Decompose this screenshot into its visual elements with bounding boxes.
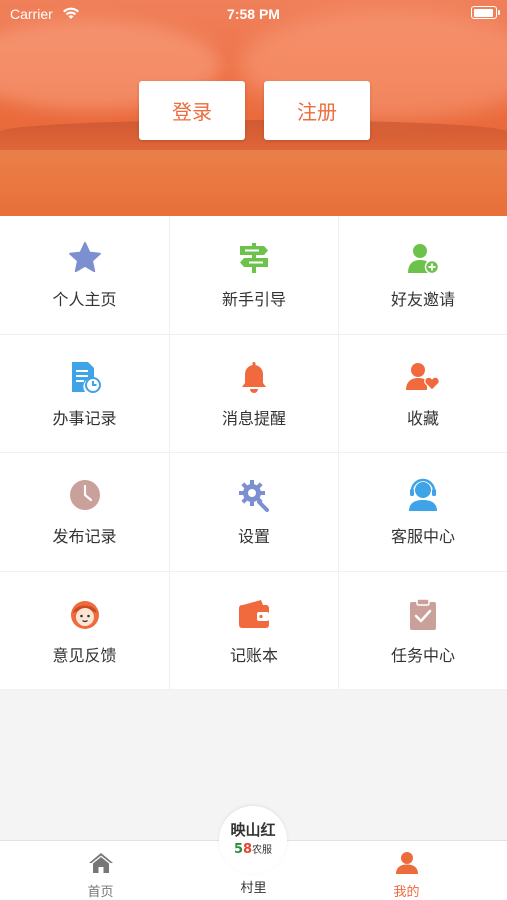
battery-icon [471, 6, 500, 19]
menu-item-label: 收藏 [406, 408, 439, 428]
wallet-icon [236, 596, 272, 632]
menu-item-customer-service[interactable]: 客服中心 [339, 453, 507, 572]
field-decoration [0, 150, 507, 216]
menu-item-settings[interactable]: 设置 [170, 453, 339, 572]
user-heart-icon [405, 359, 441, 395]
menu-item-label: 办事记录 [52, 408, 117, 428]
star-icon [67, 240, 103, 276]
brand-subtitle: 58农服 [233, 842, 273, 857]
brand-logo-button[interactable]: 映山红 58农服 [219, 806, 287, 874]
headset-icon [405, 477, 441, 513]
login-button[interactable]: 登录 [139, 81, 245, 140]
document-clock-icon [67, 359, 103, 395]
menu-item-label: 新手引导 [221, 290, 286, 309]
bell-icon [236, 359, 272, 395]
menu-item-label: 意见反馈 [52, 645, 117, 665]
register-button[interactable]: 注册 [264, 81, 370, 140]
menu-grid: 个人主页 新手引导 好友邀请 办事记录 消息提醒 收藏 发布记录 设置 客服中心… [0, 216, 507, 690]
menu-item-label: 设置 [237, 527, 270, 546]
menu-item-records[interactable]: 办事记录 [0, 334, 170, 453]
tab-label: 村里 [240, 881, 267, 896]
clock-time: 7:58 PM [227, 6, 280, 22]
menu-item-label: 客服中心 [390, 527, 455, 546]
tab-home[interactable]: 首页 [16, 841, 185, 900]
header-banner: Carrier 7:58 PM 登录 注册 [0, 0, 507, 216]
signpost-icon [236, 240, 272, 276]
menu-item-task-center[interactable]: 任务中心 [339, 572, 507, 690]
user-icon [393, 851, 421, 875]
status-bar: Carrier 7:58 PM [0, 0, 507, 30]
menu-item-favorites[interactable]: 收藏 [339, 335, 507, 453]
menu-item-notifications[interactable]: 消息提醒 [170, 334, 339, 453]
menu-item-label: 任务中心 [390, 645, 455, 665]
menu-item-label: 记账本 [229, 645, 278, 665]
menu-item-profile[interactable]: 个人主页 [0, 216, 170, 335]
tab-label: 我的 [393, 885, 420, 900]
menu-item-feedback[interactable]: 意见反馈 [0, 571, 170, 690]
clipboard-check-icon [405, 596, 441, 632]
menu-item-label: 个人主页 [52, 290, 117, 309]
menu-item-invite[interactable]: 好友邀请 [339, 216, 507, 335]
home-icon [87, 851, 115, 875]
tab-mine[interactable]: 我的 [322, 841, 491, 900]
menu-item-label: 好友邀请 [390, 290, 455, 309]
brand-title: 映山红 [230, 821, 276, 839]
face-icon [67, 596, 103, 632]
menu-item-label: 消息提醒 [221, 408, 286, 428]
menu-item-label: 发布记录 [52, 527, 117, 546]
gear-icon [236, 477, 272, 513]
menu-item-account-book[interactable]: 记账本 [170, 571, 339, 690]
add-user-icon [405, 240, 441, 276]
menu-item-guide[interactable]: 新手引导 [170, 216, 339, 335]
tab-label: 首页 [87, 885, 114, 900]
clock-icon [67, 477, 103, 513]
menu-item-publish-records[interactable]: 发布记录 [0, 453, 170, 572]
